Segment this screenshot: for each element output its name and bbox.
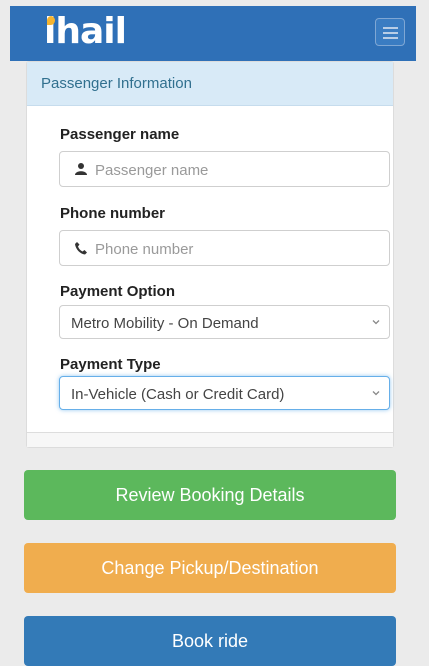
chevron-down-icon <box>372 320 380 325</box>
payment-option-select[interactable]: Metro Mobility - On Demand <box>59 305 390 339</box>
hamburger-menu-icon <box>383 27 398 29</box>
payment-type-label: Payment Type <box>60 356 161 373</box>
review-booking-details-button[interactable]: Review Booking Details <box>24 470 396 520</box>
logo-text: ihail <box>44 11 127 52</box>
payment-type-select[interactable]: In-Vehicle (Cash or Credit Card) <box>59 376 390 410</box>
passenger-name-input[interactable]: Passenger name <box>59 151 390 187</box>
logo-pin-icon <box>47 16 55 25</box>
user-icon <box>75 163 87 175</box>
hamburger-menu-icon-bar <box>383 37 398 39</box>
chevron-down-icon <box>372 391 380 396</box>
hamburger-menu-button[interactable] <box>375 18 405 46</box>
navbar: ihail <box>10 6 416 61</box>
passenger-name-placeholder: Passenger name <box>95 162 209 179</box>
phone-icon <box>75 242 87 255</box>
phone-number-label: Phone number <box>60 205 166 222</box>
hamburger-menu-icon-bar <box>383 32 398 34</box>
payment-type-value: In-Vehicle (Cash or Credit Card) <box>71 386 285 403</box>
passenger-name-label: Passenger name <box>60 126 180 143</box>
payment-option-value: Metro Mobility - On Demand <box>71 315 259 332</box>
phone-number-input[interactable]: Phone number <box>59 230 390 266</box>
passenger-info-panel: Passenger Information Passenger name Pas… <box>26 61 394 448</box>
payment-option-label: Payment Option <box>60 283 176 300</box>
panel-footer <box>27 432 393 447</box>
phone-number-placeholder: Phone number <box>95 241 194 258</box>
change-pickup-destination-button[interactable]: Change Pickup/Destination <box>24 543 396 593</box>
ihail-logo[interactable]: ihail <box>44 10 127 54</box>
book-ride-button[interactable]: Book ride <box>24 616 396 666</box>
panel-heading: Passenger Information <box>27 62 393 106</box>
